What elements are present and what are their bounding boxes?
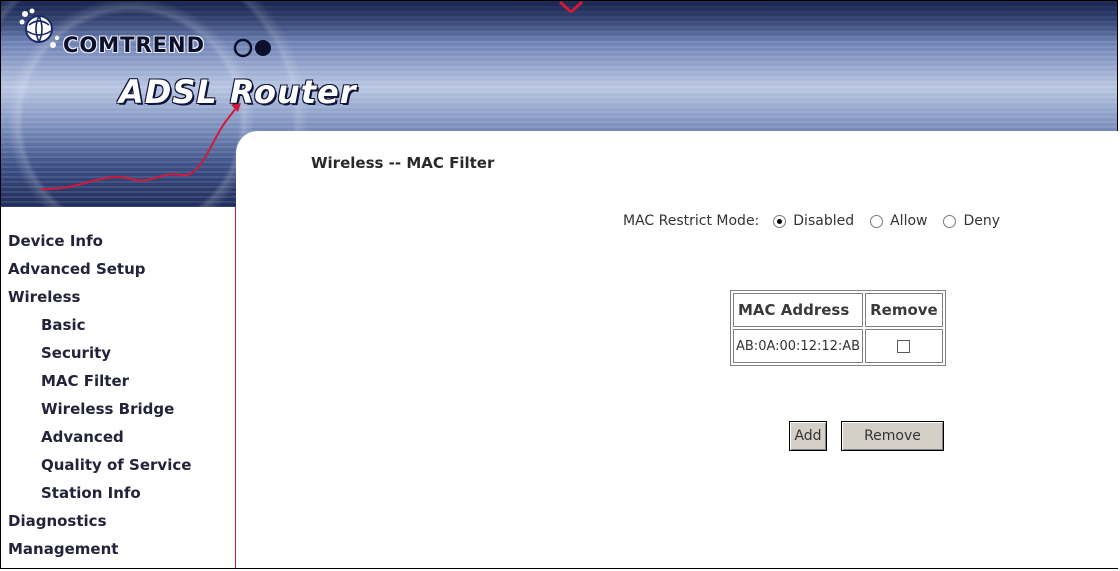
sidebar-item-basic[interactable]: Basic xyxy=(41,316,86,334)
sidebar-item-diagnostics[interactable]: Diagnostics xyxy=(8,512,107,530)
brand-logo-text: COMTREND xyxy=(63,33,206,57)
content-panel xyxy=(236,131,1118,568)
sidebar-item-security[interactable]: Security xyxy=(41,344,111,362)
sidebar-item-wireless[interactable]: Wireless xyxy=(8,288,80,306)
radio-deny[interactable] xyxy=(943,214,957,228)
radio-allow-label: Allow xyxy=(890,213,928,229)
remove-cell xyxy=(865,329,943,363)
sidebar-nav: Device Info Advanced Setup Wireless Basi… xyxy=(1,207,236,568)
column-header-remove: Remove xyxy=(865,293,943,327)
mac-filter-table: MAC Address Remove AB:0A:00:12:12:AB xyxy=(730,290,946,366)
column-header-mac-address: MAC Address xyxy=(733,293,864,327)
logo-circles-icon xyxy=(233,38,271,58)
sidebar-item-management[interactable]: Management xyxy=(8,540,118,558)
page-title: Wireless -- MAC Filter xyxy=(311,154,495,172)
table-header-row: MAC Address Remove xyxy=(733,293,943,327)
sidebar-item-advanced[interactable]: Advanced xyxy=(41,428,124,446)
radio-deny-label: Deny xyxy=(963,213,1001,229)
sidebar-item-mac-filter[interactable]: MAC Filter xyxy=(41,372,129,390)
sidebar-item-station-info[interactable]: Station Info xyxy=(41,484,141,502)
top-red-marker-icon xyxy=(558,0,584,14)
add-button[interactable]: Add xyxy=(789,421,827,451)
mac-restrict-mode-label: MAC Restrict Mode: xyxy=(623,213,760,229)
radio-allow[interactable] xyxy=(870,214,884,228)
remove-button[interactable]: Remove xyxy=(841,421,944,451)
mac-restrict-mode-row: MAC Restrict Mode: Disabled Allow Deny xyxy=(623,210,1000,232)
table-row: AB:0A:00:12:12:AB xyxy=(733,329,943,363)
radio-disabled-label: Disabled xyxy=(793,213,855,229)
remove-checkbox[interactable] xyxy=(897,339,911,353)
sidebar-item-device-info[interactable]: Device Info xyxy=(8,232,103,250)
mac-address-cell: AB:0A:00:12:12:AB xyxy=(733,329,864,363)
radio-disabled[interactable] xyxy=(773,214,787,228)
sidebar-item-wireless-bridge[interactable]: Wireless Bridge xyxy=(41,400,174,418)
comtrend-globe-icon xyxy=(19,8,60,48)
sidebar-item-quality-of-service[interactable]: Quality of Service xyxy=(41,456,191,474)
sidebar-item-advanced-setup[interactable]: Advanced Setup xyxy=(8,260,146,278)
